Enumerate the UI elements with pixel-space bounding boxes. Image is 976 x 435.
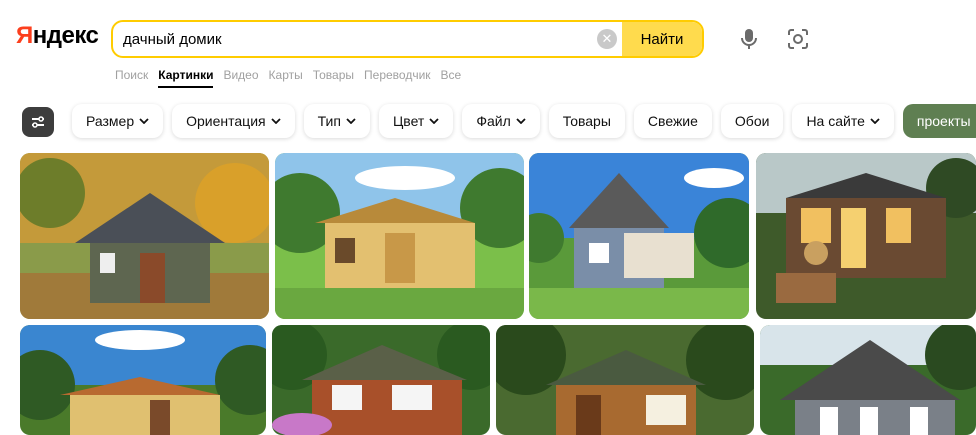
image-result[interactable]: [496, 325, 754, 435]
filter-chip-label: На сайте: [806, 113, 865, 129]
microphone-icon[interactable]: [737, 26, 761, 52]
filter-chip[interactable]: Файл: [462, 104, 540, 138]
chevron-down-icon: [870, 118, 880, 124]
chevron-down-icon: [346, 118, 356, 124]
service-tab[interactable]: Картинки: [158, 68, 214, 88]
image-result[interactable]: [756, 153, 976, 319]
service-tabs: Поиск Картинки Видео Карты Товары Переводчик В…: [115, 68, 462, 88]
service-tab[interactable]: Товары: [313, 68, 354, 82]
image-result[interactable]: [20, 153, 269, 319]
find-button[interactable]: Найти: [622, 22, 702, 56]
filter-chip[interactable]: Цвет: [378, 104, 454, 138]
chevron-down-icon: [429, 118, 439, 124]
chevron-down-icon: [516, 118, 526, 124]
search-input[interactable]: [123, 22, 593, 56]
filter-chip[interactable]: Тип: [303, 104, 370, 138]
service-tab[interactable]: Все: [441, 68, 462, 82]
chevron-down-icon: [139, 118, 149, 124]
filter-chip[interactable]: Свежие: [633, 104, 712, 138]
clear-icon[interactable]: ✕: [597, 29, 617, 49]
service-tab[interactable]: Видео: [223, 68, 258, 82]
filter-chip-label: Ориентация: [186, 113, 266, 129]
filter-chip-label: Свежие: [647, 113, 698, 129]
filter-chip-label: Цвет: [392, 113, 425, 129]
filter-chip-label: Товары: [562, 113, 611, 129]
image-result[interactable]: [275, 153, 524, 319]
search-bar: ✕ Найти: [111, 20, 704, 58]
filter-chip[interactable]: На сайте: [792, 104, 894, 138]
filter-chip[interactable]: Товары: [548, 104, 625, 138]
filter-chip-label: Файл: [476, 113, 511, 129]
image-result[interactable]: [272, 325, 490, 435]
filter-chip[interactable]: Обои: [720, 104, 784, 138]
filter-chip-label: проекты: [916, 113, 971, 129]
filter-chip-label: Обои: [734, 113, 770, 129]
service-tab[interactable]: Поиск: [115, 68, 148, 82]
filter-bar: Размер Ориентация Тип Цвет Файл Товары Свежие О…: [72, 104, 976, 138]
service-tab[interactable]: Карты: [269, 68, 303, 82]
chevron-down-icon: [270, 118, 281, 124]
filter-chip[interactable]: проекты: [902, 104, 976, 138]
filter-chip-label: Размер: [86, 113, 135, 129]
yandex-logo[interactable]: Яндекс: [16, 22, 99, 50]
filter-chip-label: Тип: [317, 113, 341, 129]
filter-chip[interactable]: Ориентация: [172, 104, 295, 138]
image-result[interactable]: [529, 153, 749, 319]
image-result[interactable]: [20, 325, 266, 435]
service-tab[interactable]: Переводчик: [364, 68, 431, 82]
filter-chip[interactable]: Размер: [72, 104, 164, 138]
camera-search-icon[interactable]: [785, 26, 811, 52]
sliders-icon[interactable]: [22, 107, 54, 137]
image-result[interactable]: [760, 325, 976, 435]
